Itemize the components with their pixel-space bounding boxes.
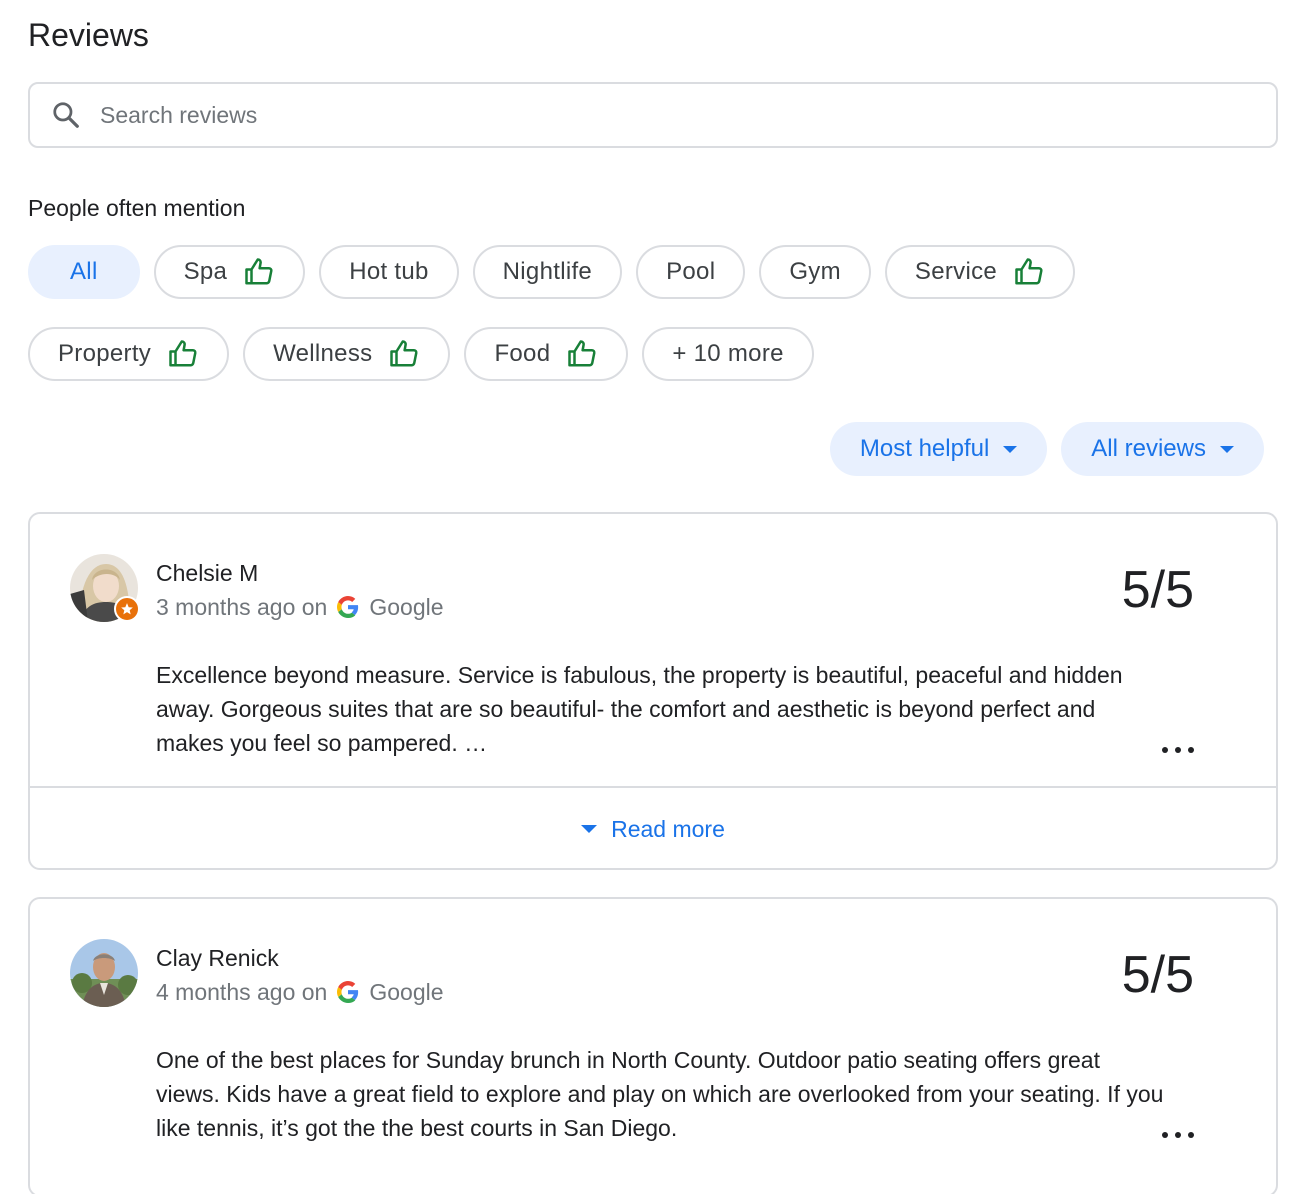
review-source: Google [369, 979, 444, 1005]
page-title: Reviews [28, 17, 149, 53]
more-horizontal-icon [1175, 1132, 1181, 1138]
review-rating: 5/5 [1121, 561, 1194, 619]
review-filter-dropdown[interactable]: All reviews [1061, 422, 1264, 476]
chip-spa[interactable]: Spa [153, 245, 306, 299]
read-more-label: Read more [611, 815, 725, 842]
chip-label: Property [58, 340, 152, 367]
review-card: Chelsie M 3 months ago on Google 5/5 Exc… [28, 512, 1278, 870]
more-horizontal-icon [1162, 747, 1168, 753]
caret-down-icon [1003, 445, 1018, 453]
mentions-label: People often mention [28, 195, 246, 221]
chip-label: Food [494, 340, 551, 367]
more-options-button[interactable] [1162, 1125, 1194, 1145]
reviewer-name[interactable]: Chelsie M [156, 558, 258, 588]
review-meta: 4 months ago on Google [156, 977, 444, 1007]
chip-label: Wellness [273, 340, 373, 367]
chip-hot-tub[interactable]: Hot tub [319, 245, 459, 299]
thumbs-up-icon [1013, 257, 1045, 287]
google-g-icon [337, 596, 359, 618]
chip-label: Nightlife [502, 258, 593, 285]
thumbs-up-icon [243, 257, 275, 287]
review-time: 3 months ago on [156, 594, 328, 620]
chip-all[interactable]: All [28, 245, 140, 299]
avatar-photo [70, 939, 138, 1007]
chip-label: Hot tub [349, 258, 429, 285]
chip-property[interactable]: Property [28, 327, 230, 381]
chip-gym[interactable]: Gym [759, 245, 871, 299]
more-options-button[interactable] [1162, 740, 1194, 760]
search-input[interactable] [98, 100, 1198, 130]
chip-label: Gym [789, 258, 841, 285]
chip-label: + 10 more [672, 340, 784, 367]
chip-wellness[interactable]: Wellness [243, 327, 451, 381]
chip-label: All [70, 258, 98, 285]
avatar[interactable] [70, 939, 138, 1007]
search-bar[interactable] [28, 82, 1278, 148]
reviews-panel: Reviews People often mention All Spa Hot… [0, 0, 1300, 1194]
mention-chips-row-2: Property Wellness Food + 10 more [28, 327, 814, 381]
review-card: Clay Renick 4 months ago on Google 5/5 O… [28, 897, 1278, 1194]
read-more-button[interactable]: Read more [30, 788, 1276, 870]
chip-label: Service [914, 258, 998, 285]
more-horizontal-icon [1188, 1132, 1194, 1138]
thumbs-up-icon [566, 339, 598, 369]
sort-controls: Most helpful All reviews [829, 422, 1264, 476]
chip-service[interactable]: Service [884, 245, 1076, 299]
chip-label: Spa [183, 258, 228, 285]
review-meta: 3 months ago on Google [156, 592, 444, 622]
caret-down-icon [1220, 445, 1234, 453]
thumbs-up-icon [167, 339, 199, 369]
sort-order-label: Most helpful [859, 435, 990, 462]
review-filter-label: All reviews [1091, 435, 1206, 462]
review-time: 4 months ago on [156, 979, 328, 1005]
reviewer-name[interactable]: Clay Renick [156, 943, 279, 973]
review-source: Google [369, 594, 444, 620]
thumbs-up-icon [388, 339, 420, 369]
review-text: One of the best places for Sunday brunch… [156, 1047, 1164, 1141]
chip-label: Pool [666, 258, 716, 285]
review-text: Excellence beyond measure. Service is fa… [156, 662, 1123, 756]
chip-nightlife[interactable]: Nightlife [472, 245, 623, 299]
google-g-icon [337, 981, 359, 1003]
chip-pool[interactable]: Pool [636, 245, 746, 299]
more-horizontal-icon [1175, 747, 1181, 753]
chip-food[interactable]: Food [464, 327, 629, 381]
mention-chips-row-1: All Spa Hot tub Nightlife Pool Gym Servi… [28, 245, 1076, 299]
caret-down-icon [581, 825, 598, 833]
sort-order-dropdown[interactable]: Most helpful [829, 422, 1048, 476]
search-icon[interactable] [50, 99, 82, 131]
more-horizontal-icon [1188, 747, 1194, 753]
local-guide-badge-icon [114, 596, 140, 622]
avatar[interactable] [70, 554, 140, 622]
chip-more[interactable]: + 10 more [642, 327, 814, 381]
review-rating: 5/5 [1121, 946, 1194, 1004]
more-horizontal-icon [1162, 1132, 1168, 1138]
